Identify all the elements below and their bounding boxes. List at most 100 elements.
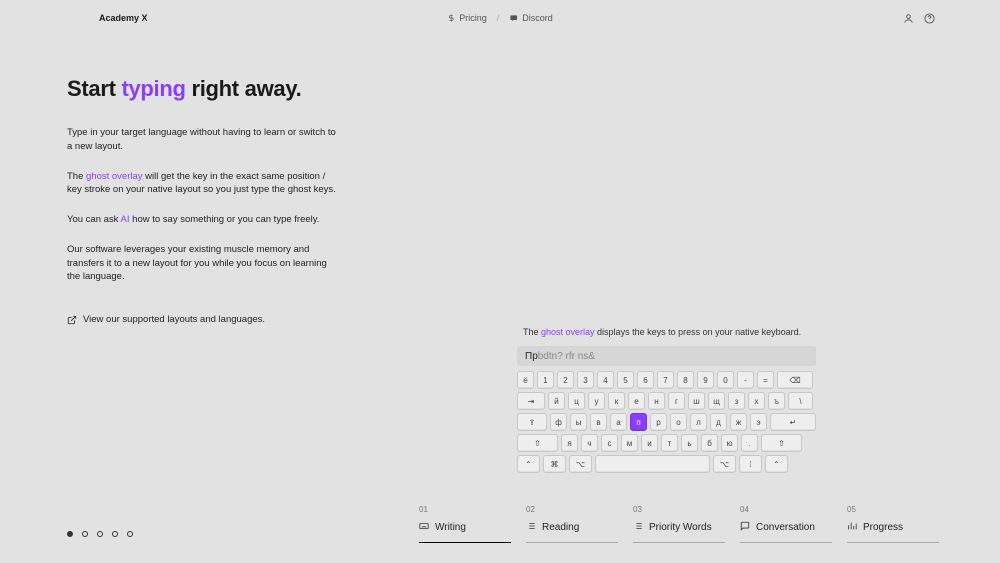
dot-5[interactable] — [127, 531, 133, 537]
key-1-9[interactable]: 9 — [697, 371, 714, 389]
key-3-2[interactable]: ы — [570, 413, 587, 431]
ghost-overlay-link[interactable]: ghost overlay — [86, 171, 143, 182]
key-2-10[interactable]: з — [728, 392, 745, 410]
key-4-0[interactable]: ⇧ — [517, 434, 558, 452]
key-5-1[interactable]: ⌘ — [543, 455, 566, 473]
ghost-overlay-link-2[interactable]: ghost overlay — [541, 327, 595, 337]
kbd-row-4: ⇧ячсмитьбю.⇧ — [517, 434, 816, 452]
key-5-5[interactable]: ⁞ — [739, 455, 762, 473]
key-2-12[interactable]: ъ — [768, 392, 785, 410]
key-1-10[interactable]: 0 — [717, 371, 734, 389]
tab-conversation[interactable]: 04Conversation — [740, 503, 847, 543]
key-1-7[interactable]: 7 — [657, 371, 674, 389]
key-1-11[interactable]: - — [737, 371, 754, 389]
tab-label: Priority Words — [649, 522, 712, 533]
key-3-1[interactable]: ф — [550, 413, 567, 431]
key-4-9[interactable]: ю — [721, 434, 738, 452]
header-center: Pricing / Discord — [447, 13, 553, 23]
key-5-4[interactable]: ⌥ — [713, 455, 736, 473]
discord-icon — [509, 14, 518, 22]
key-3-6[interactable]: р — [650, 413, 667, 431]
key-4-3[interactable]: с — [601, 434, 618, 452]
dot-2[interactable] — [82, 531, 88, 537]
bars-icon — [847, 518, 857, 536]
key-3-8[interactable]: л — [690, 413, 707, 431]
key-3-0[interactable]: ⇪ — [517, 413, 547, 431]
key-3-4[interactable]: а — [610, 413, 627, 431]
pricing-label: Pricing — [459, 13, 487, 23]
key-1-6[interactable]: 6 — [637, 371, 654, 389]
pricing-link[interactable]: Pricing — [447, 13, 487, 23]
key-5-6[interactable]: ⌃ — [765, 455, 788, 473]
paragraph-3: You can ask AI how to say something or y… — [67, 213, 337, 227]
key-2-0[interactable]: ⇥ — [517, 392, 545, 410]
key-1-2[interactable]: 2 — [557, 371, 574, 389]
dollar-icon — [447, 14, 455, 22]
key-1-3[interactable]: 3 — [577, 371, 594, 389]
brand[interactable]: Academy X — [99, 13, 148, 23]
key-2-6[interactable]: н — [648, 392, 665, 410]
key-1-8[interactable]: 8 — [677, 371, 694, 389]
user-icon[interactable] — [903, 13, 914, 24]
key-2-1[interactable]: й — [548, 392, 565, 410]
list-icon — [526, 518, 536, 536]
key-3-10[interactable]: ж — [730, 413, 747, 431]
help-icon[interactable] — [924, 13, 935, 24]
paragraph-1: Type in your target language without hav… — [67, 126, 337, 154]
dot-4[interactable] — [112, 531, 118, 537]
dot-1[interactable] — [67, 531, 73, 537]
key-2-4[interactable]: к — [608, 392, 625, 410]
key-5-2[interactable]: ⌥ — [569, 455, 592, 473]
key-3-11[interactable]: э — [750, 413, 767, 431]
key-3-7[interactable]: о — [670, 413, 687, 431]
tab-progress[interactable]: 05Progress — [847, 503, 954, 543]
tab-number: 01 — [419, 505, 526, 514]
key-4-5[interactable]: и — [641, 434, 658, 452]
key-3-3[interactable]: в — [590, 413, 607, 431]
kbd-row-2: ⇥йцукенгшщзхъ\ — [517, 392, 816, 410]
key-4-7[interactable]: ь — [681, 434, 698, 452]
ai-link[interactable]: AI — [121, 214, 130, 225]
tab-writing[interactable]: 01Writing — [419, 503, 526, 543]
key-4-4[interactable]: м — [621, 434, 638, 452]
key-2-9[interactable]: щ — [708, 392, 725, 410]
header: Academy X Pricing / Discord — [0, 0, 1000, 36]
key-3-5[interactable]: п — [630, 413, 647, 431]
key-1-0[interactable]: ë — [517, 371, 534, 389]
key-3-9[interactable]: д — [710, 413, 727, 431]
tab-label: Conversation — [756, 522, 815, 533]
discord-link[interactable]: Discord — [509, 13, 553, 23]
key-1-1[interactable]: 1 — [537, 371, 554, 389]
key-4-8[interactable]: б — [701, 434, 718, 452]
tab-reading[interactable]: 02Reading — [526, 503, 633, 543]
key-1-5[interactable]: 5 — [617, 371, 634, 389]
key-1-4[interactable]: 4 — [597, 371, 614, 389]
tab-underline — [633, 542, 725, 543]
key-3-12[interactable]: ↵ — [770, 413, 816, 431]
feature-tabs: 01Writing02Reading03Priority Words04Conv… — [419, 503, 954, 543]
key-2-7[interactable]: г — [668, 392, 685, 410]
key-2-5[interactable]: е — [628, 392, 645, 410]
supported-languages-link[interactable]: View our supported layouts and languages… — [67, 314, 337, 325]
key-2-11[interactable]: х — [748, 392, 765, 410]
key-4-10[interactable]: . — [741, 434, 758, 452]
p2-pre: The — [67, 171, 86, 182]
key-5-3[interactable] — [595, 455, 710, 473]
key-1-12[interactable]: = — [757, 371, 774, 389]
key-4-11[interactable]: ⇧ — [761, 434, 802, 452]
chat-icon — [740, 518, 750, 536]
key-1-13[interactable]: ⌫ — [777, 371, 813, 389]
tab-underline — [419, 542, 511, 543]
key-5-0[interactable]: ⌃ — [517, 455, 540, 473]
key-4-6[interactable]: т — [661, 434, 678, 452]
key-2-3[interactable]: у — [588, 392, 605, 410]
key-2-13[interactable]: \ — [788, 392, 813, 410]
dot-3[interactable] — [97, 531, 103, 537]
kbd-row-3: ⇪фывапролджэ↵ — [517, 413, 816, 431]
headline-accent: typing — [121, 76, 185, 101]
key-4-1[interactable]: я — [561, 434, 578, 452]
key-2-2[interactable]: ц — [568, 392, 585, 410]
key-4-2[interactable]: ч — [581, 434, 598, 452]
key-2-8[interactable]: ш — [688, 392, 705, 410]
tab-priority-words[interactable]: 03Priority Words — [633, 503, 740, 543]
